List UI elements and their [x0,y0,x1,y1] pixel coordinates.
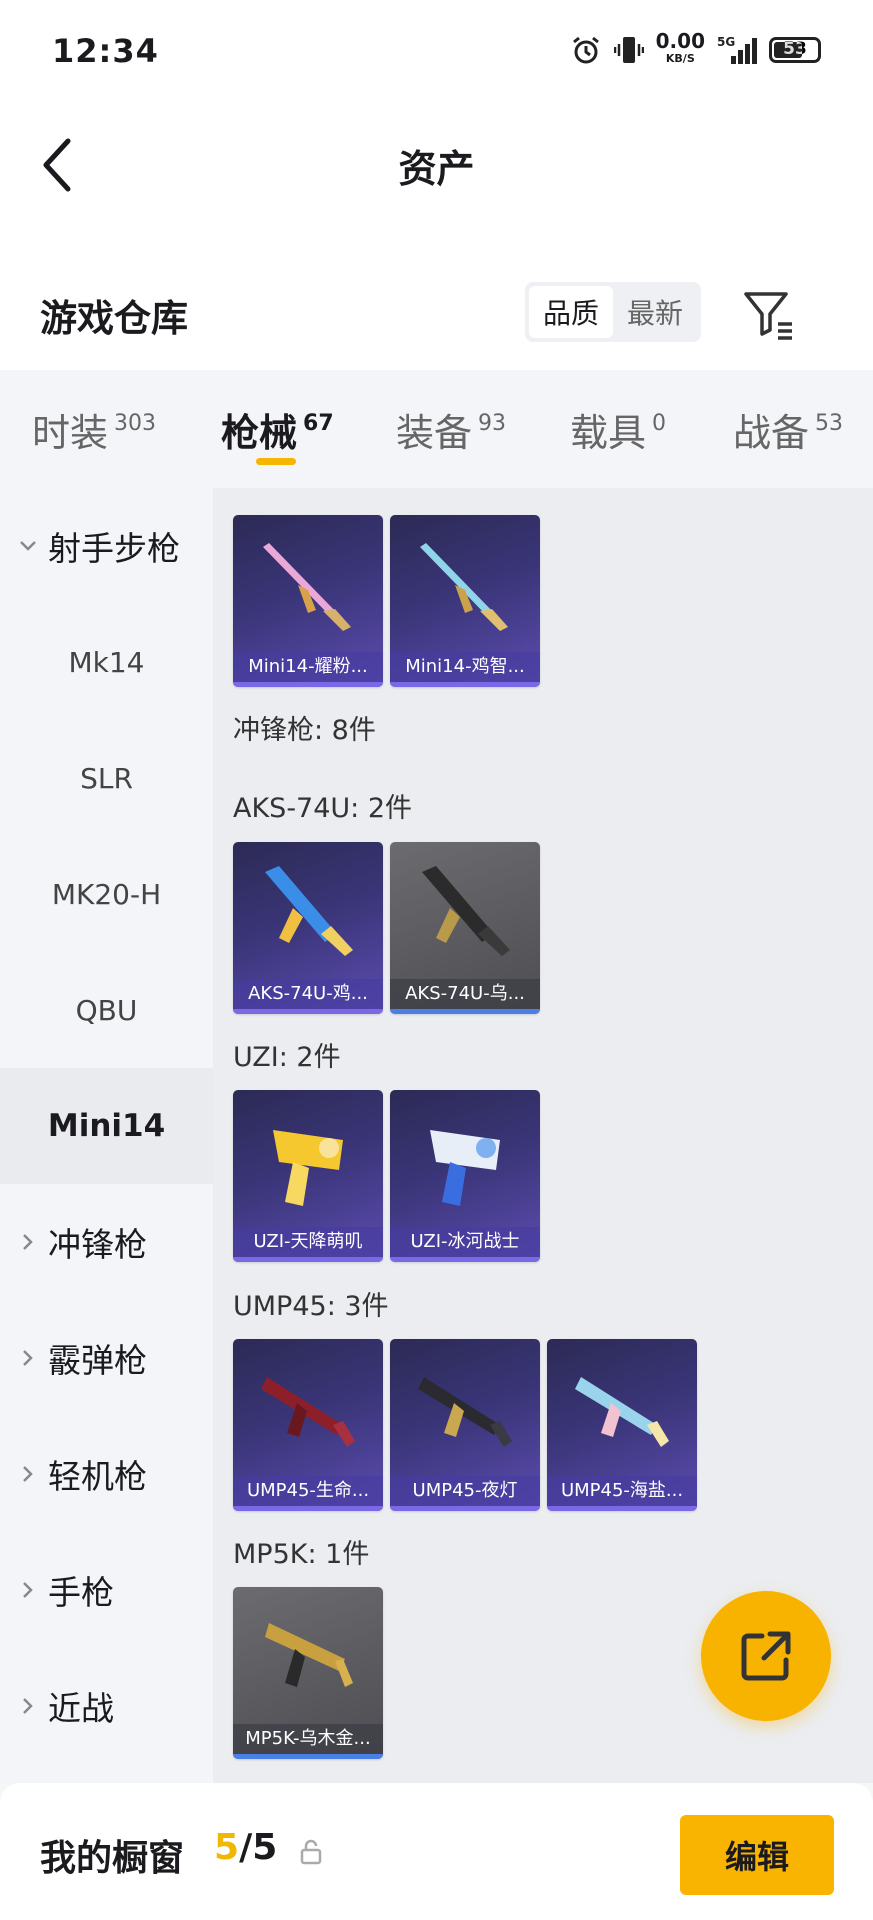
item-card[interactable]: UZI-冰河战士 [390,1090,540,1262]
item-card[interactable]: MP5K-乌木金... [233,1587,383,1759]
card-rarity-bar [390,682,540,687]
sidebar-item-lmg[interactable]: 轻机枪 [0,1416,213,1532]
sort-toggle: 品质 最新 [525,282,701,342]
chevron-right-icon [23,1698,33,1714]
item-card[interactable]: AKS-74U-鸡... [233,842,383,1014]
sidebar-item-mk14[interactable]: Mk14 [0,604,213,720]
item-card[interactable]: Mini14-鸡智... [390,515,540,687]
svg-text:5G: 5G [717,35,735,49]
filter-button[interactable] [738,284,798,344]
sidebar-item-mini14[interactable]: Mini14 [0,1068,213,1184]
sort-newest-button[interactable]: 最新 [613,286,697,338]
active-tab-indicator [256,458,296,465]
section-label: 冲锋枪: 8件 [233,715,376,746]
sidebar-item-melee[interactable]: 近战 [0,1648,213,1764]
chevron-right-icon [23,1234,33,1250]
aks74u-icon [265,866,353,956]
page-title: 资产 [398,147,475,191]
item-card[interactable]: Mini14-耀粉... [233,515,383,687]
chevron-right-icon [23,1582,33,1598]
tab-vehicles[interactable]: 载具 0 [570,402,666,457]
signal-5g-icon: 5G [717,35,757,64]
network-speed: 0.00 KB/S [655,29,705,65]
sidebar-item-smg[interactable]: 冲锋枪 [0,1184,213,1300]
item-card[interactable]: AKS-74U-乌... [390,842,540,1014]
card-rarity-bar [390,1009,540,1014]
tab-firearms[interactable]: 枪械 67 [221,402,334,457]
section-label: UZI: 2件 [233,1042,341,1073]
status-icons: 0.00 KB/S 5G 53 [570,30,821,70]
section-label: UMP45: 3件 [233,1291,389,1322]
card-rarity-bar [390,1506,540,1511]
battery-icon: 53 [769,37,821,63]
card-rarity-bar [390,1257,540,1262]
warehouse-header: 游戏仓库 品质 最新 [0,230,873,370]
sidebar: 射手步枪 Mk14 SLR MK20-H QBU Mini14 冲锋枪 霰弹枪 … [0,488,213,1783]
sidebar-item-pistol[interactable]: 手枪 [0,1532,213,1648]
ump45-icon [261,1377,355,1447]
vibrate-icon [613,37,644,63]
ump45-icon [418,1377,512,1447]
uzi-icon [430,1130,500,1206]
share-button[interactable] [701,1591,831,1721]
section-label: AKS-74U: 2件 [233,793,413,824]
app-header: 资产 [0,100,873,230]
share-icon [741,1631,791,1681]
card-rarity-bar [547,1506,697,1511]
category-tabs: 时装 303 枪械 67 装备 93 载具 0 战备 53 [0,370,873,488]
card-rarity-bar [233,682,383,687]
aks74u-icon [422,866,510,956]
lock-icon [300,1839,322,1865]
tab-equipment[interactable]: 装备 93 [396,402,506,457]
sort-quality-button[interactable]: 品质 [529,286,613,338]
card-rarity-bar [233,1506,383,1511]
edit-button[interactable]: 编辑 [680,1815,834,1895]
chevron-right-icon [23,1466,33,1482]
mini14-rifle-icon [263,543,351,631]
tab-fashion[interactable]: 时装 303 [32,402,156,457]
sidebar-item-marksman-rifle[interactable]: 射手步枪 [0,488,213,604]
item-card[interactable]: UMP45-海盐... [547,1339,697,1511]
warehouse-title: 游戏仓库 [40,297,188,340]
item-card[interactable]: UZI-天降萌叽 [233,1090,383,1262]
sidebar-item-slr[interactable]: SLR [0,720,213,836]
tab-supplies[interactable]: 战备 53 [733,402,843,457]
card-rarity-bar [233,1009,383,1014]
chevron-right-icon [23,1350,33,1366]
showcase-bar: 我的橱窗 5/5 编辑 [0,1783,873,1920]
mini14-rifle-icon [420,543,508,631]
card-rarity-bar [233,1257,383,1262]
item-card[interactable]: UMP45-夜灯 [390,1339,540,1511]
showcase-count: 5/5 [214,1827,278,1868]
section-label: MP5K: 1件 [233,1539,370,1570]
sidebar-item-qbu[interactable]: QBU [0,952,213,1068]
chevron-down-icon [20,541,36,551]
mp5k-icon [265,1623,353,1687]
alarm-icon [572,36,599,64]
sidebar-item-shotgun[interactable]: 霰弹枪 [0,1300,213,1416]
uzi-icon [273,1130,343,1206]
item-card[interactable]: UMP45-生命... [233,1339,383,1511]
status-bar: 12:34 0.00 KB/S 5G 53 [0,0,873,100]
sidebar-item-mk20h[interactable]: MK20-H [0,836,213,952]
clock: 12:34 [52,32,159,70]
filter-icon [744,292,792,340]
showcase-title: 我的橱窗 [40,1838,185,1879]
ump45-icon [575,1377,669,1447]
item-grid: Mini14-耀粉... Mini14-鸡智... 冲锋枪: 8件 AKS-74… [213,488,873,1783]
card-rarity-bar [233,1754,383,1759]
